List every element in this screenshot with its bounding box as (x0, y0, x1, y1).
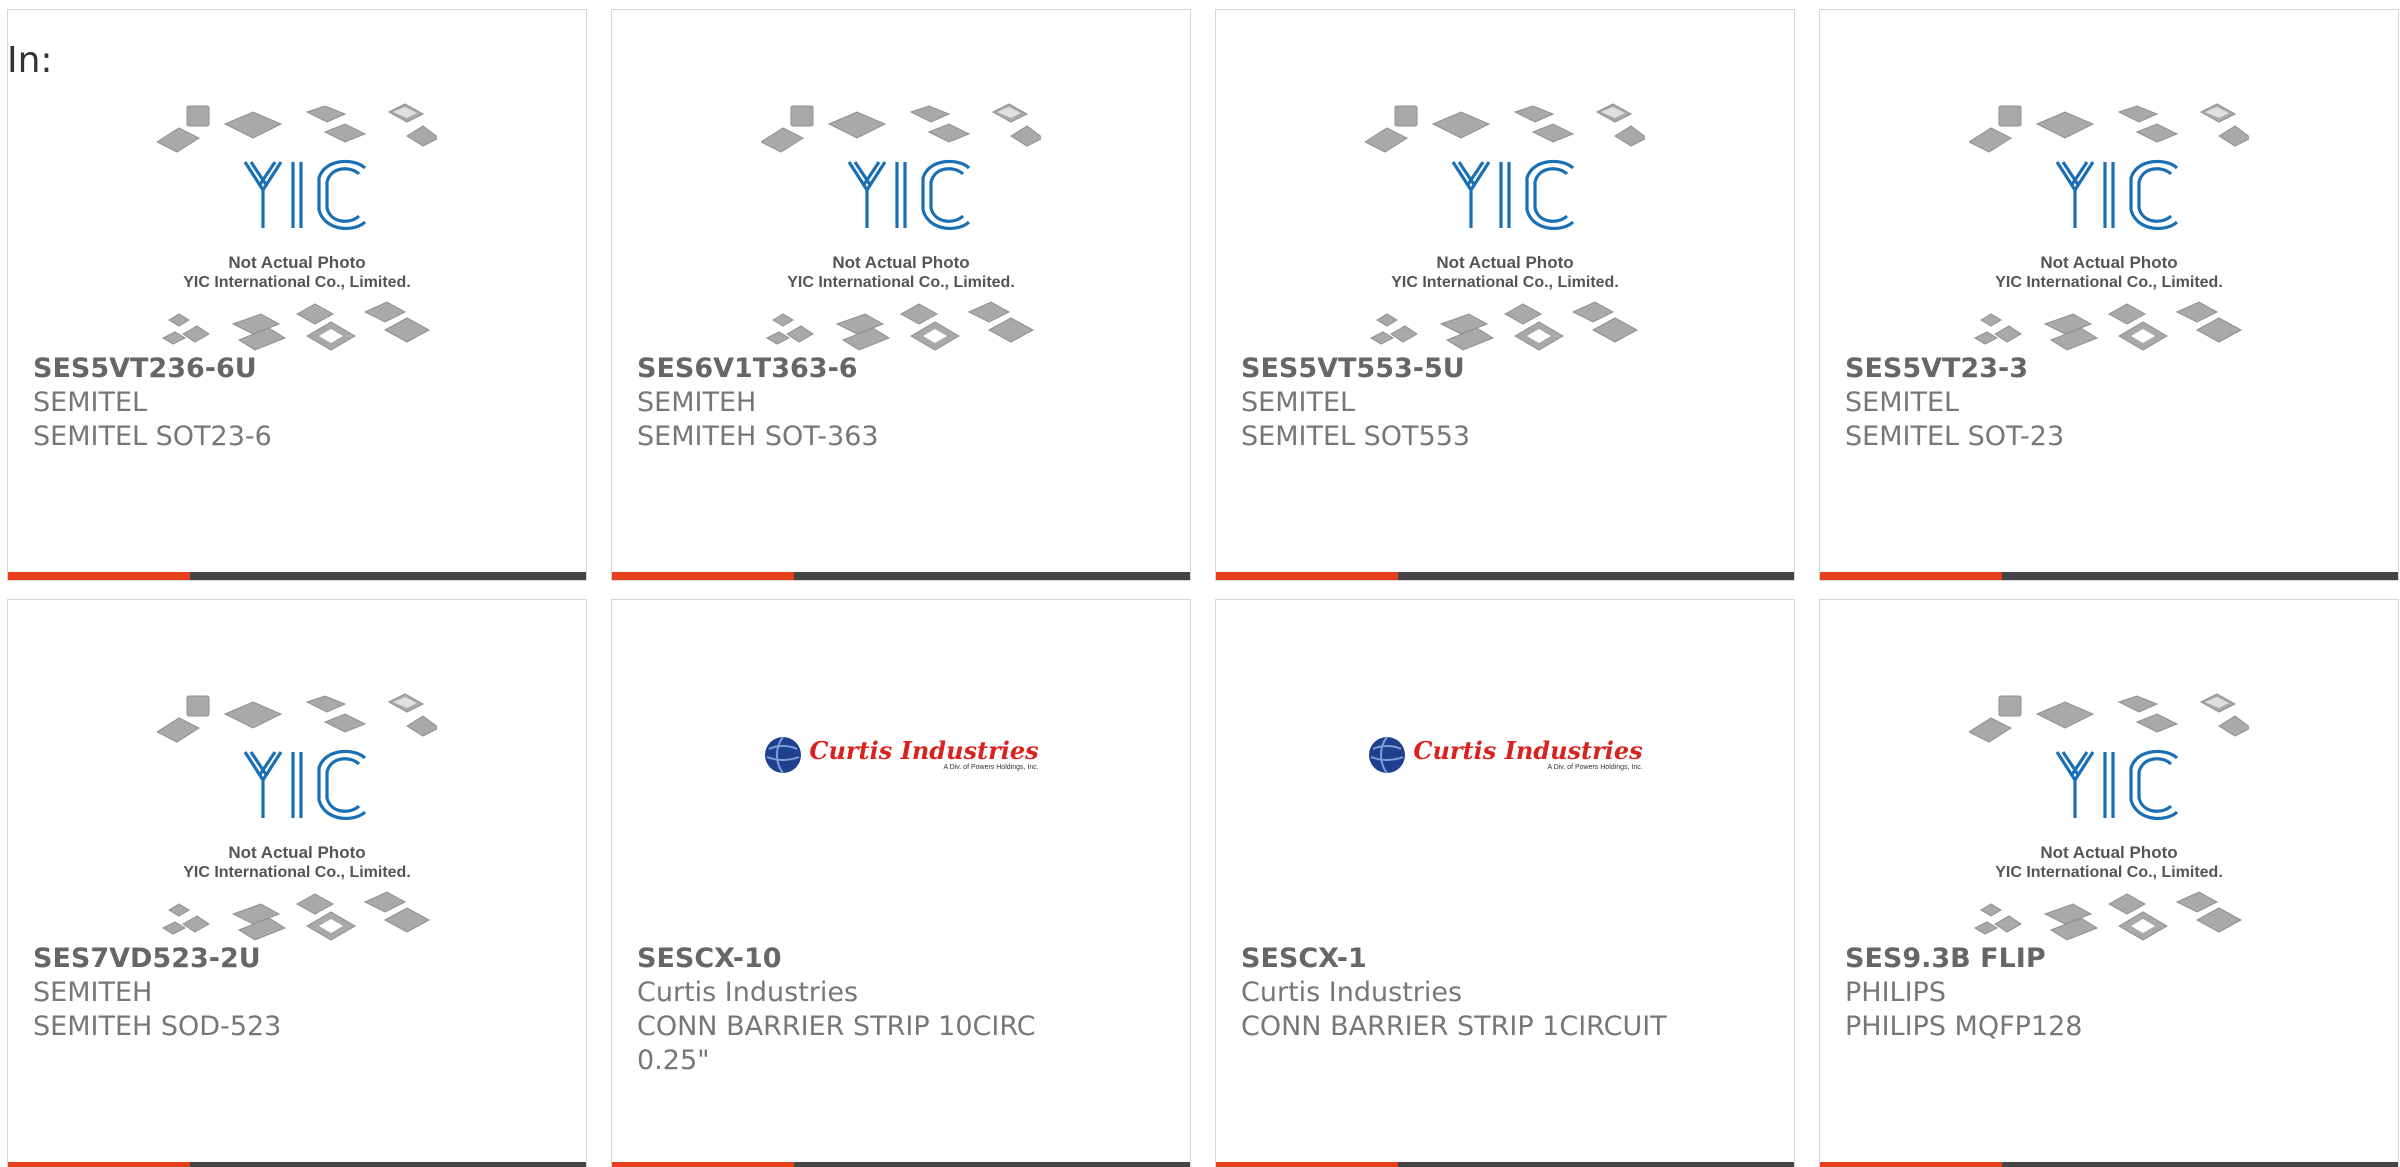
card-bar-accent (1820, 572, 2002, 580)
yic-placeholder-image: Not Actual Photo YIC International Co., … (1969, 693, 2249, 941)
product-info: SES6V1T363-6 SEMITEH SEMITEH SOT-363 (637, 352, 1107, 454)
card-bar-accent (1216, 1162, 1398, 1167)
product-manufacturer: SEMITEL (33, 387, 148, 418)
card-bar-rest (2002, 1162, 2398, 1167)
product-manufacturer: SEMITEL (1241, 387, 1356, 418)
curtis-logo: Curtis Industries A Div. of Powers Holdi… (612, 735, 1190, 775)
product-info: SES5VT23-3 SEMITEL SEMITEL SOT-23 (1845, 352, 2315, 454)
globe-icon (765, 736, 802, 774)
product-image[interactable]: Not Actual Photo YIC International Co., … (1216, 98, 1794, 354)
product-card[interactable]: Not Actual Photo YIC International Co., … (1215, 9, 1795, 581)
product-part-number[interactable]: SES7VD523-2U (33, 942, 503, 976)
product-manufacturer: PHILIPS (1845, 977, 1946, 1008)
card-bottom-bar (1820, 572, 2398, 580)
svg-text:Not Actual Photo: Not Actual Photo (2040, 253, 2177, 272)
product-card[interactable]: Not Actual Photo YIC International Co., … (7, 9, 587, 581)
product-info: SES5VT553-5U SEMITEL SEMITEL SOT553 (1241, 352, 1711, 454)
card-bar-rest (1398, 1162, 1794, 1167)
card-bottom-bar (1216, 1162, 1794, 1167)
product-description: CONN BARRIER STRIP 1CIRCUIT (1241, 1011, 1667, 1042)
yic-placeholder-image: Not Actual Photo YIC International Co., … (1969, 103, 2249, 351)
product-description: SEMITEH SOD-523 (33, 1011, 282, 1042)
product-image[interactable]: Not Actual Photo YIC International Co., … (1820, 688, 2398, 944)
product-manufacturer: SEMITEH (637, 387, 757, 418)
globe-icon (1369, 736, 1406, 774)
product-info: SES5VT236-6U SEMITEL SEMITEL SOT23-6 (33, 352, 503, 454)
product-image[interactable]: Not Actual Photo YIC International Co., … (8, 688, 586, 944)
card-bar-accent (8, 1162, 190, 1167)
card-bottom-bar (1820, 1162, 2398, 1167)
product-description: SEMITEL SOT23-6 (33, 421, 272, 452)
curtis-logo-subtitle: A Div. of Powers Holdings, Inc. (1547, 764, 1643, 771)
card-bar-rest (190, 572, 586, 580)
card-bar-accent (1820, 1162, 2002, 1167)
product-image[interactable]: Not Actual Photo YIC International Co., … (612, 98, 1190, 354)
product-card[interactable]: Not Actual Photo YIC International Co., … (7, 599, 587, 1167)
svg-text:Not Actual Photo: Not Actual Photo (1436, 253, 1573, 272)
product-card[interactable]: Curtis Industries A Div. of Powers Holdi… (1215, 599, 1795, 1167)
card-bar-rest (794, 572, 1190, 580)
product-card[interactable]: Not Actual Photo YIC International Co., … (1819, 599, 2399, 1167)
svg-text:YIC International Co., Limited: YIC International Co., Limited. (1995, 864, 2223, 881)
svg-text:Not Actual Photo: Not Actual Photo (2040, 843, 2177, 862)
product-part-number[interactable]: SES6V1T363-6 (637, 352, 1107, 386)
in-label: In: (7, 40, 53, 81)
product-manufacturer: Curtis Industries (1241, 977, 1463, 1008)
card-bar-rest (2002, 572, 2398, 580)
svg-text:YIC International Co., Limited: YIC International Co., Limited. (183, 274, 411, 291)
curtis-logo-subtitle: A Div. of Powers Holdings, Inc. (943, 764, 1039, 771)
card-bar-accent (8, 572, 190, 580)
card-bottom-bar (612, 572, 1190, 580)
card-bar-rest (794, 1162, 1190, 1167)
product-description: PHILIPS MQFP128 (1845, 1011, 2083, 1042)
product-info: SES9.3B FLIP PHILIPS PHILIPS MQFP128 (1845, 942, 2315, 1044)
card-bar-rest (190, 1162, 586, 1167)
product-part-number[interactable]: SES5VT23-3 (1845, 352, 2315, 386)
product-manufacturer: SEMITEH (33, 977, 153, 1008)
yic-placeholder-image: Not Actual Photo YIC International Co., … (157, 693, 437, 941)
card-bottom-bar (8, 1162, 586, 1167)
svg-text:Not Actual Photo: Not Actual Photo (228, 253, 365, 272)
product-image[interactable]: Not Actual Photo YIC International Co., … (1820, 98, 2398, 354)
product-grid: Not Actual Photo YIC International Co., … (7, 9, 2399, 1167)
card-bottom-bar (612, 1162, 1190, 1167)
product-image[interactable]: Not Actual Photo YIC International Co., … (8, 98, 586, 354)
svg-text:YIC International Co., Limited: YIC International Co., Limited. (1391, 274, 1619, 291)
product-description: SEMITEL SOT-23 (1845, 421, 2065, 452)
svg-text:YIC International Co., Limited: YIC International Co., Limited. (1995, 274, 2223, 291)
product-card[interactable]: Not Actual Photo YIC International Co., … (1819, 9, 2399, 581)
card-bottom-bar (8, 572, 586, 580)
card-bar-rest (1398, 572, 1794, 580)
product-part-number[interactable]: SES5VT236-6U (33, 352, 503, 386)
curtis-logo: Curtis Industries A Div. of Powers Holdi… (1216, 735, 1794, 775)
product-part-number[interactable]: SES9.3B FLIP (1845, 942, 2315, 976)
curtis-logo-name: Curtis Industries (1413, 736, 1643, 765)
card-bar-accent (1216, 572, 1398, 580)
curtis-logo-name: Curtis Industries (809, 736, 1039, 765)
yic-placeholder-image: Not Actual Photo YIC International Co., … (1365, 103, 1645, 351)
product-manufacturer: SEMITEL (1845, 387, 1960, 418)
product-description: SEMITEH SOT-363 (637, 421, 879, 452)
product-manufacturer: Curtis Industries (637, 977, 859, 1008)
card-bar-accent (612, 572, 794, 580)
product-info: SESCX-10 Curtis Industries CONN BARRIER ST… (637, 942, 1107, 1078)
svg-text:Not Actual Photo: Not Actual Photo (228, 843, 365, 862)
yic-placeholder-image: Not Actual Photo YIC International Co., … (761, 103, 1041, 351)
product-info: SES7VD523-2U SEMITEH SEMITEH SOD-523 (33, 942, 503, 1044)
svg-text:YIC International Co., Limited: YIC International Co., Limited. (183, 864, 411, 881)
product-part-number[interactable]: SES5VT553-5U (1241, 352, 1711, 386)
product-card[interactable]: Curtis Industries A Div. of Powers Holdi… (611, 599, 1191, 1167)
svg-text:YIC International Co., Limited: YIC International Co., Limited. (787, 274, 1015, 291)
card-bottom-bar (1216, 572, 1794, 580)
product-info: SESCX-1 Curtis Industries CONN BARRIER STR… (1241, 942, 1711, 1044)
product-part-number[interactable]: SESCX-1 (1241, 942, 1711, 976)
card-bar-accent (612, 1162, 794, 1167)
product-description: CONN BARRIER STRIP 10CIRC 0.25" (637, 1011, 1036, 1076)
product-card[interactable]: Not Actual Photo YIC International Co., … (611, 9, 1191, 581)
yic-placeholder-image: Not Actual Photo YIC International Co., … (157, 103, 437, 351)
svg-text:Not Actual Photo: Not Actual Photo (832, 253, 969, 272)
product-description: SEMITEL SOT553 (1241, 421, 1471, 452)
product-part-number[interactable]: SESCX-10 (637, 942, 1107, 976)
